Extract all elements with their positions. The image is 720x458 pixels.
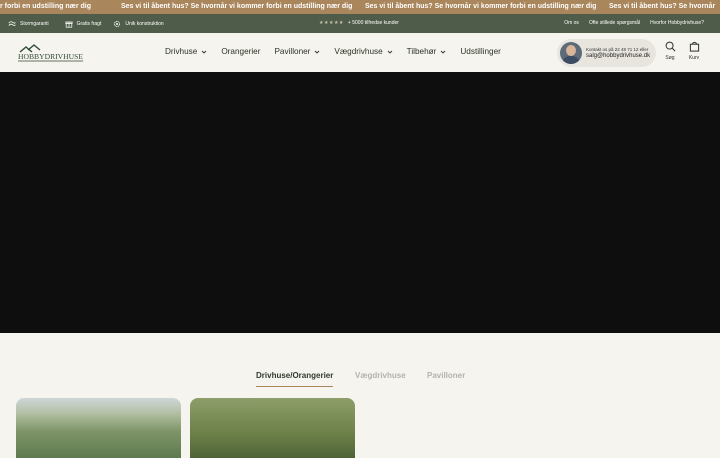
usp-label: Unik konstruktion: [125, 20, 164, 27]
logo[interactable]: HOBBYDRIVHUSE: [18, 44, 83, 62]
utility-links: Om os Ofte stillede spørgsmål Hvorfor Ho…: [564, 20, 704, 26]
nav-label: Tilbehør: [406, 47, 437, 56]
nav-item-drivhuse[interactable]: Drivhuse: [165, 47, 207, 56]
nav-item-udstillinger[interactable]: Udstillinger: [460, 47, 501, 56]
usp-label: Stormgaranti: [20, 20, 49, 27]
gear-icon: [114, 20, 121, 27]
tab-pavilloner[interactable]: Pavilloner: [427, 371, 465, 380]
nav-item-tilbehoer[interactable]: Tilbehør: [407, 47, 447, 56]
nav-item-pavilloner[interactable]: Pavilloner: [274, 47, 320, 56]
hero-media[interactable]: [0, 72, 720, 333]
search-button[interactable]: Søg: [660, 41, 680, 61]
usp-storm: Stormgaranti: [8, 20, 49, 28]
nav-label: Vægdrivhuse: [334, 47, 383, 56]
chevron-down-icon: [315, 50, 320, 54]
nav-label: Pavilloner: [274, 47, 311, 56]
search-label: Søg: [665, 55, 675, 61]
gift-icon: [65, 21, 73, 28]
contact-pill[interactable]: Kontakt os på 22 48 71 12 eller salg@hob…: [557, 39, 656, 67]
cart-button[interactable]: Kurv: [684, 41, 704, 61]
storm-icon: [8, 20, 16, 26]
chevron-down-icon: [441, 50, 446, 54]
tab-drivhuse-orangerier[interactable]: Drivhuse/Orangerier: [256, 371, 334, 387]
usp-freight: Gratis fragt: [65, 20, 102, 28]
nav-label: Orangerier: [221, 47, 261, 56]
product-card-image[interactable]: [16, 398, 181, 458]
link-why[interactable]: Hvorfor Hobbydrivhuse?: [650, 20, 704, 26]
nav-label: Drivhuse: [165, 47, 198, 56]
contact-email-text[interactable]: salg@hobbydrivhuse.dk: [586, 53, 650, 60]
chevron-down-icon: [201, 50, 207, 54]
nav-label: Udstillinger: [460, 47, 501, 56]
usp-label: Gratis fragt: [76, 20, 102, 27]
logo-text: HOBBYDRIVHUSE: [18, 52, 83, 61]
search-icon: [665, 41, 675, 52]
announcement-text[interactable]: Ses vi til åbent hus? Se hvornår vi komm…: [121, 3, 352, 10]
nav-item-orangerier[interactable]: Orangerier: [221, 47, 260, 56]
cart-label: Kurv: [688, 55, 700, 61]
rating-summary: ★★★★★ + 5000 tilfredse kunder: [319, 20, 399, 26]
tab-vaegdrivhuse[interactable]: Vægdrivhuse: [355, 371, 406, 380]
announcement-text[interactable]: Ses vi til åbent hus? Se hvornår: [609, 3, 715, 10]
product-card-image[interactable]: [190, 398, 355, 458]
utility-bar: Stormgaranti Gratis fragt Unik konstrukt…: [0, 14, 720, 33]
site-header: HOBBYDRIVHUSE Drivhuse Orangerier Pavill…: [0, 33, 720, 72]
link-about[interactable]: Om os: [564, 20, 579, 26]
customers-count: + 5000 tilfredse kunder: [347, 20, 399, 26]
avatar: [560, 42, 582, 64]
rating-stars: ★★★★★: [319, 20, 344, 26]
announcement-text: r forbi en udstilling nær dig: [0, 3, 91, 10]
bag-icon: [689, 41, 699, 52]
chevron-down-icon: [387, 50, 392, 54]
usp-construction: Unik konstruktion: [113, 20, 164, 28]
contact-phone-text: Kontakt os på 22 48 71 12 eller: [586, 47, 649, 52]
main-nav: Drivhuse Orangerier Pavilloner Vægdrivhu…: [165, 47, 515, 56]
announcement-text[interactable]: Ses vi til åbent hus? Se hvornår vi komm…: [365, 3, 596, 10]
nav-item-vaegdrivhuse[interactable]: Vægdrivhuse: [334, 47, 392, 56]
announcement-bar: r forbi en udstilling nær dig Ses vi til…: [0, 0, 720, 14]
link-faq[interactable]: Ofte stillede spørgsmål: [589, 20, 640, 26]
